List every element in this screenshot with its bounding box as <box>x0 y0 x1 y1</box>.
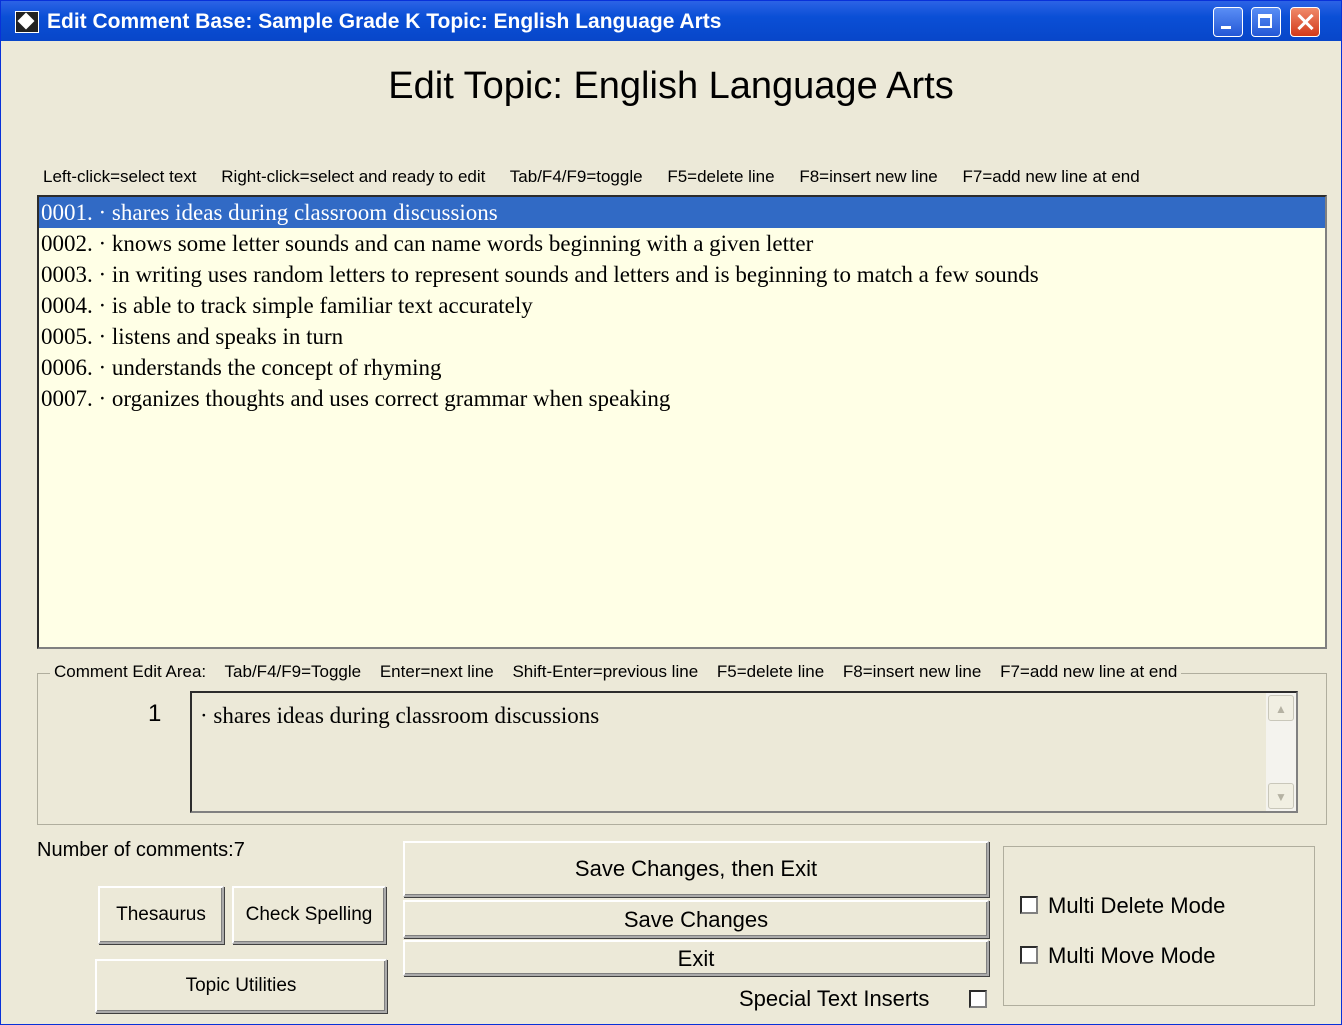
special-text-inserts-checkbox[interactable] <box>969 990 987 1008</box>
hint-delete-line: F5=delete line <box>667 167 775 186</box>
legend-title: Comment Edit Area: <box>54 662 207 681</box>
save-changes-button[interactable]: Save Changes <box>403 900 989 938</box>
multi-delete-checkbox[interactable] <box>1020 896 1038 915</box>
comment-list-item[interactable]: 0004. · is able to track simple familiar… <box>39 290 1325 321</box>
close-button[interactable] <box>1290 7 1320 37</box>
legend-toggle: Tab/F4/F9=Toggle <box>224 662 362 681</box>
multi-move-option[interactable]: Multi Move Mode <box>1020 943 1216 969</box>
mode-options-group: Multi Delete Mode Multi Move Mode <box>1003 846 1315 1006</box>
thesaurus-button[interactable]: Thesaurus <box>98 886 224 944</box>
legend-insert-line: F8=insert new line <box>842 662 982 681</box>
save-then-exit-label: Save Changes, then Exit <box>574 856 818 881</box>
comment-list-item[interactable]: 0003. · in writing uses random letters t… <box>39 259 1325 290</box>
page-title: Edit Topic: English Language Arts <box>388 65 954 107</box>
save-then-exit-button[interactable]: Save Changes, then Exit <box>403 841 989 897</box>
hint-add-line: F7=add new line at end <box>962 167 1140 186</box>
exit-label: Exit <box>677 946 715 971</box>
topic-utilities-label: Topic Utilities <box>185 975 297 996</box>
topic-utilities-button[interactable]: Topic Utilities <box>95 959 387 1013</box>
multi-move-checkbox[interactable] <box>1020 946 1038 965</box>
legend-previous-line: Shift-Enter=previous line <box>512 662 699 681</box>
scroll-up-icon[interactable]: ▲ <box>1268 695 1294 721</box>
special-text-inserts-label: Special Text Inserts <box>739 986 930 1011</box>
edit-scrollbar[interactable]: ▲ ▼ <box>1266 693 1296 811</box>
title-bar[interactable]: Edit Comment Base: Sample Grade K Topic:… <box>1 1 1341 41</box>
hint-left-click: Left-click=select text <box>43 167 197 186</box>
comment-count: Number of comments:7 <box>37 839 245 861</box>
multi-move-label: Multi Move Mode <box>1048 943 1216 968</box>
line-number: 1 <box>148 700 162 727</box>
comment-edit-area: Comment Edit Area: Tab/F4/F9=Toggle Ente… <box>37 662 1327 825</box>
legend-add-line: F7=add new line at end <box>1000 662 1178 681</box>
hint-right-click: Right-click=select and ready to edit <box>221 167 486 186</box>
edit-comment-base-window: Edit Comment Base: Sample Grade K Topic:… <box>0 0 1342 1025</box>
comment-list-item[interactable]: 0007. · organizes thoughts and uses corr… <box>39 383 1325 414</box>
comment-list[interactable]: 0001. · shares ideas during classroom di… <box>37 195 1327 649</box>
scroll-down-icon[interactable]: ▼ <box>1268 783 1294 809</box>
multi-delete-label: Multi Delete Mode <box>1048 893 1226 918</box>
hint-toggle: Tab/F4/F9=toggle <box>509 167 643 186</box>
multi-delete-option[interactable]: Multi Delete Mode <box>1020 893 1225 919</box>
minimize-button[interactable] <box>1213 7 1243 37</box>
comment-list-item[interactable]: 0002. · knows some letter sounds and can… <box>39 228 1325 259</box>
exit-button[interactable]: Exit <box>403 940 989 976</box>
save-changes-label: Save Changes <box>623 907 769 932</box>
hint-insert-line: F8=insert new line <box>799 167 938 186</box>
legend-next-line: Enter=next line <box>379 662 494 681</box>
window-title: Edit Comment Base: Sample Grade K Topic:… <box>47 10 722 33</box>
comment-edit-field[interactable]: · shares ideas during classroom discussi… <box>190 691 1298 813</box>
check-spelling-label: Check Spelling <box>245 904 373 925</box>
edit-area-legend: Comment Edit Area: Tab/F4/F9=Toggle Ente… <box>50 662 1182 682</box>
thesaurus-label: Thesaurus <box>116 904 206 925</box>
legend-delete-line: F5=delete line <box>716 662 825 681</box>
comment-list-item[interactable]: 0006. · understands the concept of rhymi… <box>39 352 1325 383</box>
maximize-button[interactable] <box>1251 7 1281 37</box>
keyboard-hints: Left-click=select text Right-click=selec… <box>43 167 1160 187</box>
comment-list-item[interactable]: 0001. · shares ideas during classroom di… <box>39 197 1325 228</box>
comment-edit-text[interactable]: · shares ideas during classroom discussi… <box>200 703 599 729</box>
app-icon <box>15 11 39 33</box>
comment-list-item[interactable]: 0005. · listens and speaks in turn <box>39 321 1325 352</box>
check-spelling-button[interactable]: Check Spelling <box>232 886 386 944</box>
